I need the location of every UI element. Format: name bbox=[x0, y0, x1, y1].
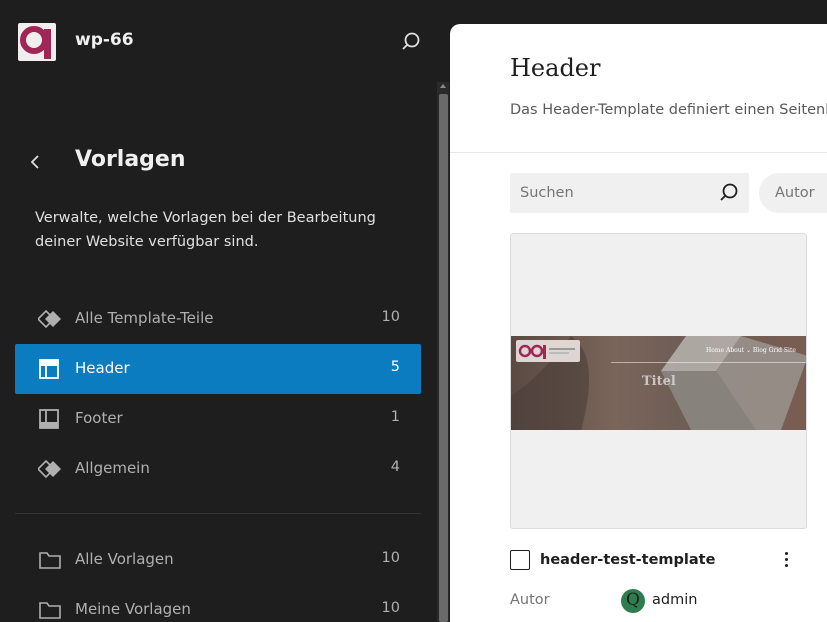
template-select-checkbox[interactable] bbox=[510, 550, 530, 570]
folder-icon bbox=[38, 549, 62, 571]
page-description: Das Header-Template definiert einen Seit… bbox=[510, 102, 827, 118]
nav-item-alle-template-teile[interactable]: Alle Template-Teile 10 bbox=[15, 294, 421, 344]
search-icon[interactable] bbox=[400, 31, 422, 53]
nav-item-count: 1 bbox=[390, 409, 400, 425]
site-logo[interactable] bbox=[18, 23, 56, 61]
nav-item-count: 4 bbox=[390, 459, 400, 475]
nav-item-label: Allgemein bbox=[75, 459, 150, 477]
nav-item-allgemein[interactable]: Allgemein 4 bbox=[15, 444, 421, 494]
site-hub: wp-66 bbox=[0, 0, 450, 84]
nav-item-label: Footer bbox=[75, 409, 123, 427]
diamond-icon bbox=[36, 458, 62, 480]
avatar: Q bbox=[621, 589, 645, 613]
preview-logo bbox=[516, 340, 580, 362]
header-layout-icon bbox=[38, 358, 62, 380]
site-title[interactable]: wp-66 bbox=[75, 30, 134, 50]
nav-item-count: 10 bbox=[381, 550, 400, 566]
header-divider bbox=[450, 152, 827, 153]
nav-item-footer[interactable]: Footer 1 bbox=[15, 394, 421, 444]
author-filter-label: Autor bbox=[775, 185, 815, 201]
search-icon bbox=[718, 182, 740, 204]
diamond-icon bbox=[36, 308, 62, 330]
nav-item-label: Header bbox=[75, 359, 130, 377]
scrollbar-thumb[interactable] bbox=[439, 94, 448, 622]
search-placeholder: Suchen bbox=[520, 185, 574, 201]
author-name: admin bbox=[652, 592, 698, 608]
section-title: Vorlagen bbox=[75, 147, 186, 172]
more-options-icon[interactable] bbox=[778, 548, 794, 572]
preview-heading: Titel bbox=[642, 374, 676, 389]
preview-nav: Home About ⌄ Blog Grid Site bbox=[706, 347, 796, 354]
nav-item-header[interactable]: Header 5 bbox=[15, 344, 421, 394]
nav-item-label: Alle Template-Teile bbox=[75, 309, 214, 327]
nav-item-label: Meine Vorlagen bbox=[75, 600, 191, 618]
nav-item-label: Alle Vorlagen bbox=[75, 550, 174, 568]
main-content: Header Das Header-Template definiert ein… bbox=[450, 24, 827, 622]
section-description: Verwalte, welche Vorlagen bei der Bearbe… bbox=[35, 210, 376, 250]
preview-banner-image: Home About ⌄ Blog Grid Site Titel bbox=[511, 336, 806, 430]
folder-icon bbox=[38, 599, 62, 621]
search-input[interactable]: Suchen bbox=[510, 173, 749, 213]
back-button[interactable] bbox=[28, 150, 48, 174]
author-field-label: Autor bbox=[510, 592, 550, 608]
template-title[interactable]: header-test-template bbox=[540, 552, 715, 568]
nav-item-meine-vorlagen[interactable]: Meine Vorlagen 10 bbox=[15, 585, 421, 622]
sidebar-divider bbox=[15, 513, 421, 514]
chevron-left-icon bbox=[30, 155, 39, 169]
nav-item-alle-vorlagen[interactable]: Alle Vorlagen 10 bbox=[15, 535, 421, 585]
nav-item-count: 10 bbox=[381, 309, 400, 325]
author-filter-button[interactable]: Autor bbox=[759, 173, 827, 213]
footer-layout-icon bbox=[38, 408, 62, 430]
nav-item-count: 10 bbox=[381, 600, 400, 616]
scroll-up-arrow-icon[interactable] bbox=[440, 84, 446, 88]
page-title: Header bbox=[510, 54, 601, 82]
sidebar: wp-66 Vorlagen Verwalte, welche Vorlagen… bbox=[0, 0, 450, 622]
nav-item-count: 5 bbox=[390, 359, 400, 375]
template-preview[interactable]: Home About ⌄ Blog Grid Site Titel bbox=[510, 233, 807, 529]
